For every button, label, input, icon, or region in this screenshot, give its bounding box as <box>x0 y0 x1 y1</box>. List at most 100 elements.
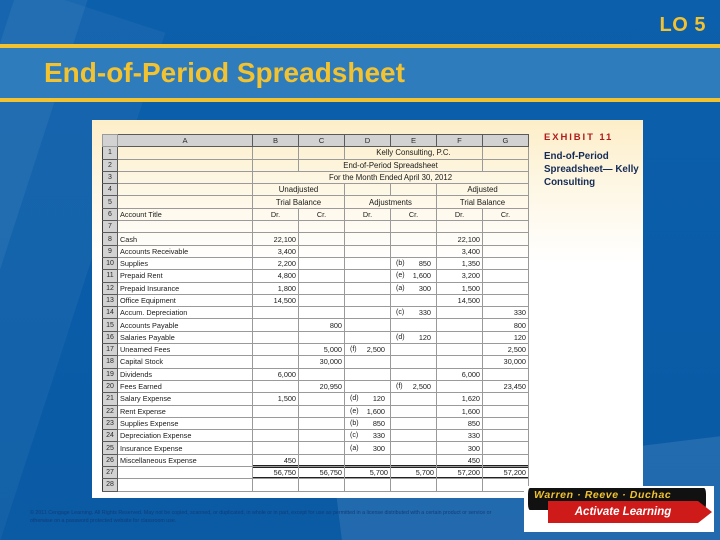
account-title-17[interactable]: Unearned Fees <box>117 343 253 357</box>
cell-utb-dr-18[interactable] <box>252 355 299 369</box>
cell-atb-cr-19[interactable] <box>482 367 529 381</box>
cell-atb-dr-24[interactable]: 330 <box>436 429 483 443</box>
row-header-18[interactable]: 18 <box>102 355 118 369</box>
cell-adj-cr-10[interactable]: (b) 850 <box>390 256 437 271</box>
cell-f7[interactable] <box>436 220 483 234</box>
row-header-25[interactable]: 25 <box>102 441 118 455</box>
account-title-16[interactable]: Salaries Payable <box>117 330 253 345</box>
account-title-12[interactable]: Prepaid Insurance <box>117 281 253 295</box>
cell-atb-dr-22[interactable]: 1,600 <box>436 404 483 418</box>
cell-utb-dr-9[interactable]: 3,400 <box>252 244 299 258</box>
cell-adj-dr-24[interactable]: (c) 330 <box>344 429 391 443</box>
cell-atb-dr-21[interactable]: 1,620 <box>436 392 483 406</box>
column-header-e[interactable]: E <box>390 133 437 148</box>
cell-c1[interactable] <box>298 146 345 160</box>
total-adj-cr[interactable]: 5,700 <box>390 466 437 480</box>
cell-atb-cr-18[interactable]: 30,000 <box>482 355 529 369</box>
cell-utb-dr-14[interactable] <box>252 306 299 320</box>
cell-adj-dr-25[interactable]: (a) 300 <box>344 441 391 455</box>
account-title-22[interactable]: Rent Expense <box>117 404 253 418</box>
cell-adj-cr-14[interactable]: (c) 330 <box>390 306 437 320</box>
cell-utb-cr-19[interactable] <box>298 367 345 381</box>
cell-utb-cr-23[interactable] <box>298 416 345 431</box>
row-header-26[interactable]: 26 <box>102 453 118 468</box>
cell-adj-cr-17[interactable] <box>390 343 437 357</box>
cell-adj-cr-20[interactable]: (f) 2,500 <box>390 379 437 394</box>
cell-adj-dr-12[interactable] <box>344 281 391 295</box>
cell-utb-dr-26[interactable]: 450 <box>252 453 299 468</box>
cell-d4[interactable] <box>344 183 391 197</box>
row-header-16[interactable]: 16 <box>102 330 118 345</box>
cell-atb-dr-10[interactable]: 1,350 <box>436 256 483 271</box>
cell-utb-cr-15[interactable]: 800 <box>298 318 345 332</box>
cell-adj-cr-19[interactable] <box>390 367 437 381</box>
cell-utb-dr-11[interactable]: 4,800 <box>252 269 299 283</box>
cell-utb-dr-8[interactable]: 22,100 <box>252 232 299 246</box>
account-title-13[interactable]: Office Equipment <box>117 293 253 308</box>
column-header-a[interactable]: A <box>117 133 253 148</box>
cell-adj-cr-12[interactable]: (a) 300 <box>390 281 437 295</box>
cell-utb-cr-21[interactable] <box>298 392 345 406</box>
account-title-23[interactable]: Supplies Expense <box>117 416 253 431</box>
row-header-23[interactable]: 23 <box>102 416 118 431</box>
cell-adj-cr-15[interactable] <box>390 318 437 332</box>
cell-adj-dr-26[interactable] <box>344 453 391 468</box>
column-header-f[interactable]: F <box>436 133 483 148</box>
row-header-24[interactable]: 24 <box>102 429 118 443</box>
account-title-14[interactable]: Accum. Depreciation <box>117 306 253 320</box>
row-header-9[interactable]: 9 <box>102 244 118 258</box>
cell-adj-dr-17[interactable]: (f) 2,500 <box>344 343 391 357</box>
cell-utb-cr-25[interactable] <box>298 441 345 455</box>
cell-utb-cr-10[interactable] <box>298 256 345 271</box>
row-header-10[interactable]: 10 <box>102 256 118 271</box>
column-header-d[interactable]: D <box>344 133 391 148</box>
cell-utb-dr-20[interactable] <box>252 379 299 394</box>
cell-atb-cr-22[interactable] <box>482 404 529 418</box>
cell-adj-cr-9[interactable] <box>390 244 437 258</box>
totals-account[interactable] <box>117 466 253 480</box>
cell-adj-cr-13[interactable] <box>390 293 437 308</box>
account-title-10[interactable]: Supplies <box>117 256 253 271</box>
cell-utb-dr-23[interactable] <box>252 416 299 431</box>
cell-e7[interactable] <box>390 220 437 234</box>
cell-adj-dr-22[interactable]: (e) 1,600 <box>344 404 391 418</box>
column-header-b[interactable]: B <box>252 133 299 148</box>
cell-utb-cr-13[interactable] <box>298 293 345 308</box>
total-atb-dr[interactable]: 57,200 <box>436 466 483 480</box>
cell-g2[interactable] <box>482 158 529 172</box>
cell-utb-cr-12[interactable] <box>298 281 345 295</box>
cell-atb-dr-12[interactable]: 1,500 <box>436 281 483 295</box>
cell-b1[interactable] <box>252 146 299 160</box>
cell-utb-cr-18[interactable]: 30,000 <box>298 355 345 369</box>
account-title-24[interactable]: Depreciation Expense <box>117 429 253 443</box>
cell-utb-dr-22[interactable] <box>252 404 299 418</box>
cell-adj-dr-8[interactable] <box>344 232 391 246</box>
cell-utb-cr-24[interactable] <box>298 429 345 443</box>
cell-atb-cr-26[interactable] <box>482 453 529 468</box>
row-header-13[interactable]: 13 <box>102 293 118 308</box>
cell-utb-cr-11[interactable] <box>298 269 345 283</box>
cell-atb-dr-26[interactable]: 450 <box>436 453 483 468</box>
cell-utb-cr-8[interactable] <box>298 232 345 246</box>
column-header-g[interactable]: G <box>482 133 529 148</box>
cell-utb-dr-25[interactable] <box>252 441 299 455</box>
cell-adj-dr-23[interactable]: (b) 850 <box>344 416 391 431</box>
cell-adj-dr-19[interactable] <box>344 367 391 381</box>
row-header-19[interactable]: 19 <box>102 367 118 381</box>
cell-atb-dr-11[interactable]: 3,200 <box>436 269 483 283</box>
total-adj-dr[interactable]: 5,700 <box>344 466 391 480</box>
cell-atb-cr-16[interactable]: 120 <box>482 330 529 345</box>
cell-atb-cr-9[interactable] <box>482 244 529 258</box>
row-header-4[interactable]: 4 <box>102 183 118 197</box>
cell-adj-cr-23[interactable] <box>390 416 437 431</box>
row-header-28[interactable]: 28 <box>102 478 118 492</box>
account-title-19[interactable]: Dividends <box>117 367 253 381</box>
cell-atb-dr-14[interactable] <box>436 306 483 320</box>
cell-adj-cr-25[interactable] <box>390 441 437 455</box>
cell-utb-dr-16[interactable] <box>252 330 299 345</box>
account-title-11[interactable]: Prepaid Rent <box>117 269 253 283</box>
cell-utb-cr-26[interactable] <box>298 453 345 468</box>
cell-a1[interactable] <box>117 146 253 160</box>
cell-atb-dr-18[interactable] <box>436 355 483 369</box>
row-header-1[interactable]: 1 <box>102 146 118 160</box>
